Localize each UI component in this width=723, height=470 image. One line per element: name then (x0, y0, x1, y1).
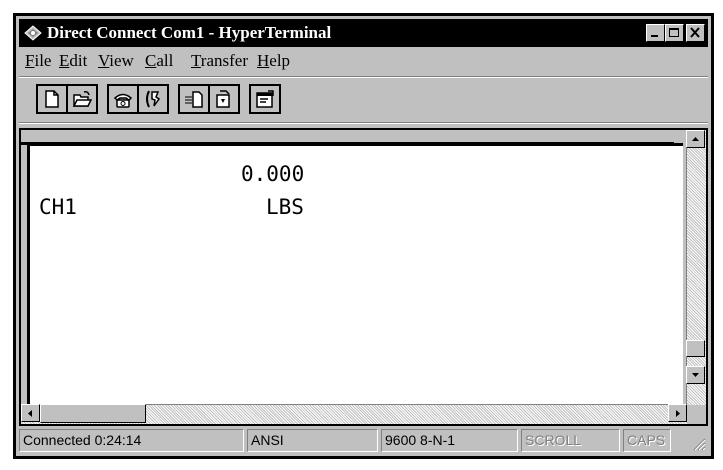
menu-transfer-label: Transfer (191, 51, 248, 70)
properties-button[interactable] (251, 86, 279, 112)
disconnect-button[interactable] (137, 86, 167, 112)
toolbar-group-transfer (178, 84, 240, 114)
horizontal-scroll-thumb[interactable] (40, 404, 146, 423)
disconnect-icon (146, 90, 161, 108)
hyperterminal-icon (24, 25, 42, 41)
menu-help-label: Help (257, 51, 291, 70)
close-icon (690, 27, 700, 38)
status-scroll: SCROLL (521, 429, 620, 452)
menu-transfer[interactable]: Transfer (191, 51, 248, 71)
vertical-scroll-thumb[interactable] (686, 340, 705, 357)
menu-bar: File Edit View Call Transfer Help (19, 49, 708, 73)
toolbar-group-file (36, 84, 98, 114)
send-icon (185, 91, 203, 108)
window-outer-frame: Direct Connect Com1 - HyperTerminal File… (13, 13, 714, 459)
scroll-down-button[interactable] (686, 366, 705, 384)
scroll-left-button[interactable] (21, 404, 40, 422)
maximize-icon (669, 28, 679, 37)
status-emulation: ANSI (247, 429, 378, 452)
toolbar-bottom-divider (19, 122, 708, 124)
close-button[interactable] (686, 24, 705, 42)
scroll-right-button[interactable] (668, 404, 687, 422)
properties-icon (256, 90, 274, 108)
toolbar-group-call (107, 84, 169, 114)
horizontal-scrollbar[interactable] (21, 404, 687, 424)
new-connection-button[interactable] (38, 86, 66, 112)
terminal-screen[interactable]: 0.000 CH1 LBS (27, 143, 683, 410)
arrow-down-icon (692, 373, 699, 377)
terminal-channel-label: CH1 (39, 195, 77, 219)
status-bar: Connected 0:24:14 ANSI 9600 8-N-1 SCROLL… (19, 429, 708, 453)
status-port-settings: 9600 8-N-1 (381, 429, 518, 452)
vertical-scrollbar[interactable] (686, 130, 706, 405)
arrow-left-icon (28, 410, 32, 417)
terminal-client-area: 0.000 CH1 LBS (19, 128, 708, 426)
terminal-unit-label: LBS (266, 195, 304, 219)
call-icon (113, 93, 133, 108)
title-bar[interactable]: Direct Connect Com1 - HyperTerminal (19, 19, 708, 47)
menu-view-label: View (98, 51, 134, 70)
menu-view[interactable]: View (98, 51, 134, 71)
menu-call-label: Call (145, 51, 174, 70)
menu-file[interactable]: File (25, 51, 51, 71)
receive-button[interactable] (208, 86, 238, 112)
maximize-button[interactable] (665, 24, 684, 42)
arrow-right-icon (676, 410, 680, 417)
open-icon (72, 91, 92, 107)
status-caps: CAPS (623, 429, 671, 452)
window-title: Direct Connect Com1 - HyperTerminal (47, 23, 332, 42)
menu-edit-label: Edit (59, 51, 88, 70)
scroll-up-button[interactable] (686, 130, 705, 148)
menu-edit[interactable]: Edit (59, 51, 87, 71)
open-button[interactable] (66, 86, 96, 112)
toolbar-divider (19, 76, 708, 78)
resize-grip-icon[interactable] (692, 437, 706, 451)
terminal-weight-value: 0.000 (241, 162, 305, 186)
receive-icon (216, 90, 230, 108)
menu-call[interactable]: Call (145, 51, 173, 71)
arrow-up-icon (692, 137, 699, 141)
new-connection-icon (45, 90, 59, 108)
status-connected: Connected 0:24:14 (19, 429, 244, 452)
menu-help[interactable]: Help (257, 51, 290, 71)
send-button[interactable] (180, 86, 208, 112)
scrollbar-corner (687, 405, 706, 424)
toolbar-group-properties (249, 84, 281, 114)
hyperterminal-window: Direct Connect Com1 - HyperTerminal File… (16, 16, 711, 456)
minimize-button[interactable] (646, 24, 665, 42)
menu-file-label: File (25, 51, 52, 70)
minimize-icon (651, 35, 658, 37)
call-button[interactable] (109, 86, 137, 112)
